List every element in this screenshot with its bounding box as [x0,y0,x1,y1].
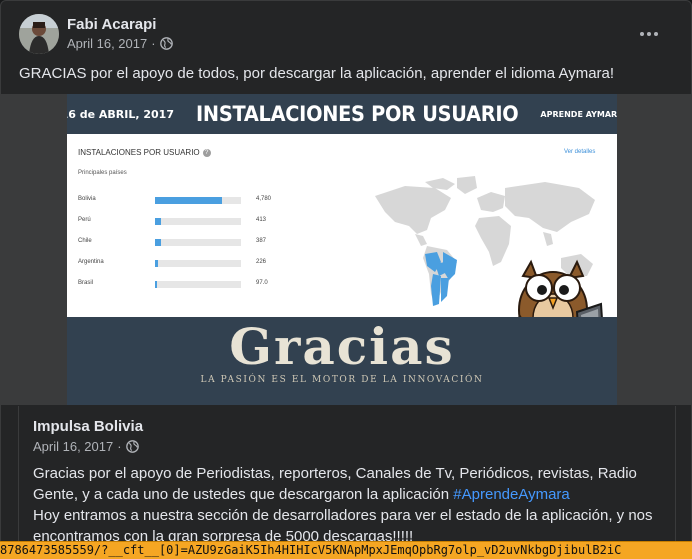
country-row: Perú 413 [78,215,288,227]
country-value: 387 [256,238,267,244]
country-bar [155,239,161,246]
panel-title-text: INSTALACIONES POR USUARIO [78,148,200,157]
link-status-bar: 8786473585559/?__cft__[0]=AZU9zGaiK5Ih4H… [0,541,692,559]
hashtag-link[interactable]: #AprendeAymara [453,486,569,503]
panel-subtitle: Principales países [78,170,127,176]
help-icon: ? [202,148,211,157]
shared-text-followup: Hoy entramos a nuestra sección de desarr… [33,507,653,545]
infographic-date: 16 de ABRIL, 2017 [67,107,174,121]
author-name[interactable]: Fabi Acarapi [67,16,156,33]
shared-date[interactable]: April 16, 2017 [33,439,113,454]
globe-icon [159,37,173,50]
globe-icon [125,440,139,453]
infographic-app-name: APRENDE AYMARA [540,109,617,119]
infographic-header: 16 de ABRIL, 2017 INSTALACIONES POR USUA… [67,94,617,134]
shared-meta: April 16, 2017 · [33,439,139,454]
shared-author-name[interactable]: Impulsa Bolivia [33,418,143,435]
installs-panel: INSTALACIONES POR USUARIO ? Ver detalles… [67,134,617,352]
country-name: Brasil [78,280,94,286]
country-bar [155,281,157,288]
country-bar-track [155,281,241,288]
country-bar-track [155,260,241,267]
slogan: LA PASIÓN ES EL MOTOR DE LA INNOVACIÓN [200,375,484,385]
panel-title: INSTALACIONES POR USUARIO ? [78,148,211,157]
country-name: Bolivia [78,196,96,202]
post-image[interactable]: 16 de ABRIL, 2017 INSTALACIONES POR USUA… [1,94,691,405]
post-header: Fabi Acarapi April 16, 2017 · [19,14,679,56]
infographic-footer: Gracias LA PASIÓN ES EL MOTOR DE LA INNO… [67,317,617,405]
country-bar [155,197,223,204]
country-bar-track [155,218,241,225]
post-meta: April 16, 2017 · [67,36,173,51]
infographic: 16 de ABRIL, 2017 INSTALACIONES POR USUA… [67,94,617,405]
country-row: Bolivia 4,780 [78,194,288,206]
country-value: 97.0 [256,280,268,286]
country-value: 226 [256,259,267,265]
country-bar [155,260,159,267]
shared-post: Impulsa Bolivia April 16, 2017 · Gracias… [18,406,676,558]
country-row: Brasil 97.0 [78,278,288,290]
country-bar [155,218,162,225]
facebook-post: Fabi Acarapi April 16, 2017 · GRACIAS po… [0,0,692,559]
country-row: Argentina 226 [78,257,288,269]
thanks-heading: Gracias [229,317,455,376]
country-value: 4,780 [256,196,272,202]
shared-meta-separator: · [117,439,122,454]
country-name: Argentina [78,259,104,265]
country-row: Chile 387 [78,236,288,248]
shared-text: Gracias por el apoyo de Periodistas, rep… [33,463,673,547]
post-date[interactable]: April 16, 2017 [67,36,147,51]
author-avatar[interactable] [19,14,59,54]
meta-separator: · [151,36,156,51]
country-name: Chile [78,238,92,244]
post-text: GRACIAS por el apoyo de todos, por desca… [19,65,615,82]
country-value: 413 [256,217,267,223]
country-bar-track [155,197,241,204]
infographic-title: INSTALACIONES POR USUARIO [196,102,519,126]
country-name: Perú [78,217,91,223]
country-bar-track [155,239,241,246]
more-options-icon[interactable] [637,24,661,44]
see-details-link: Ver detalles [564,149,596,155]
